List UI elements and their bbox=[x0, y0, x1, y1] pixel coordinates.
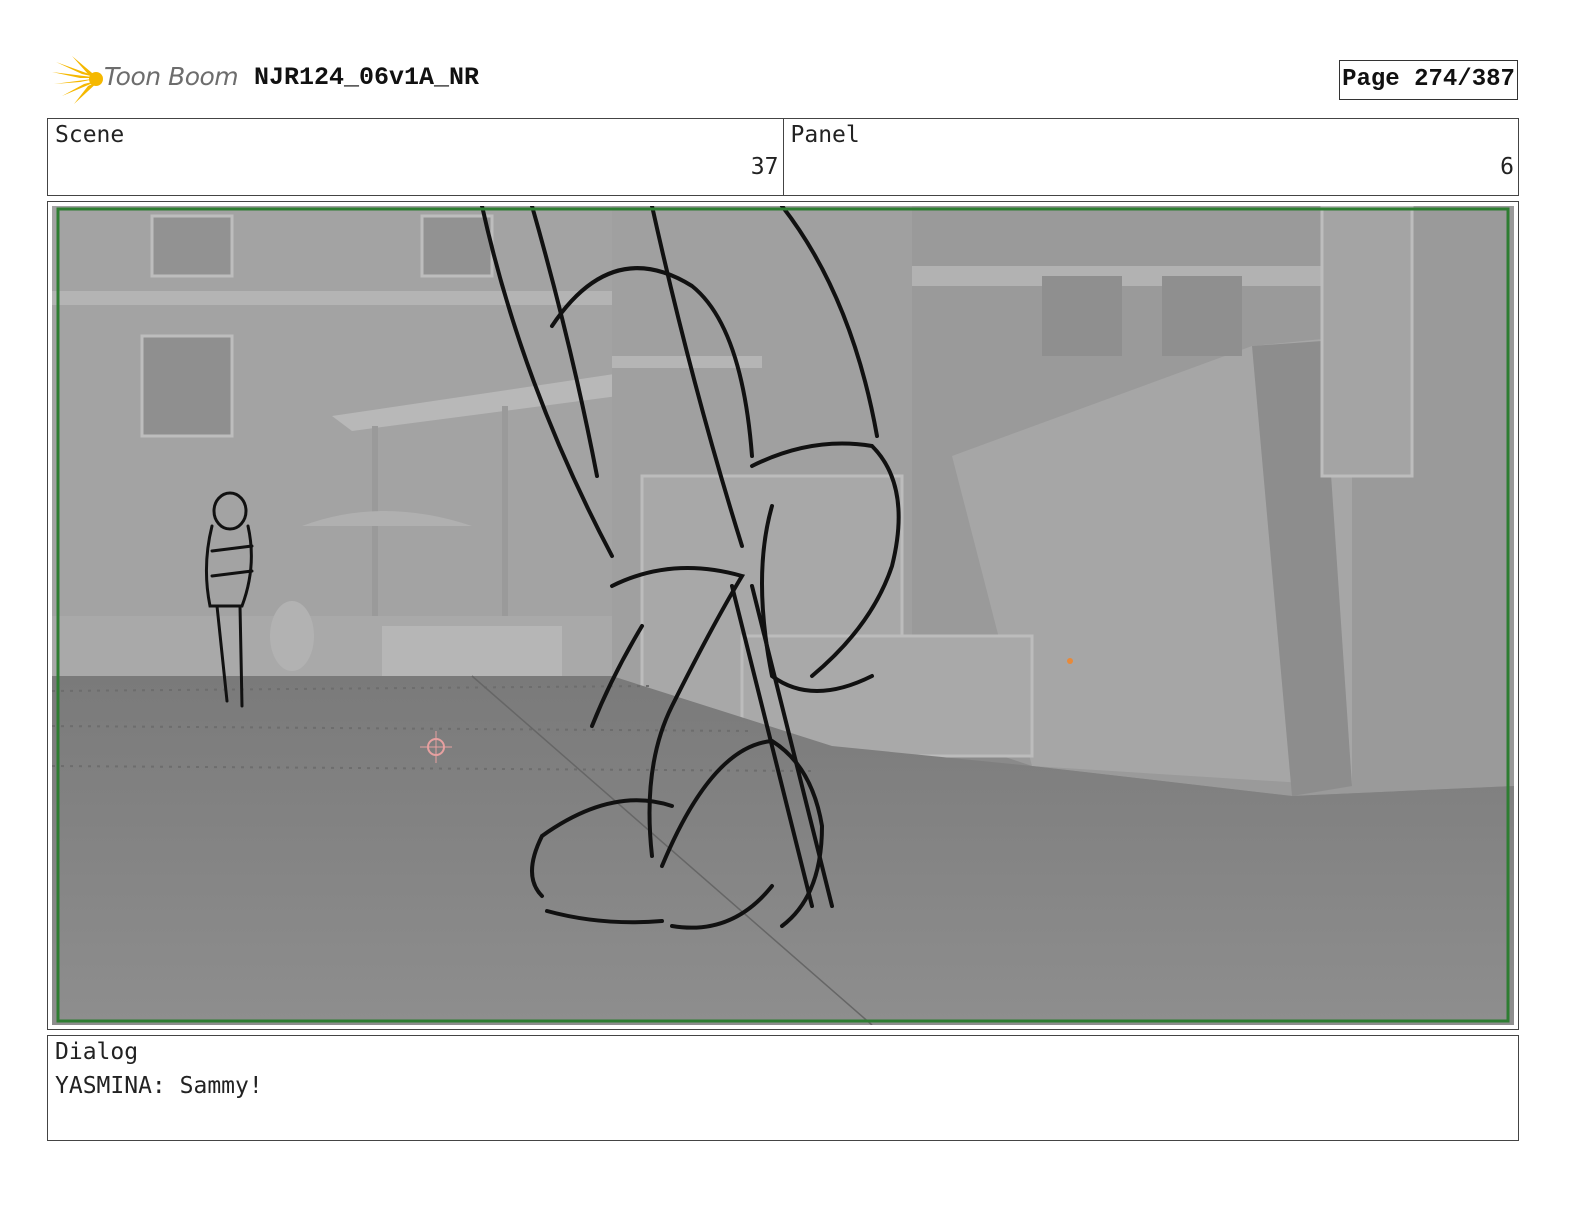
scene-cell: Scene 37 bbox=[48, 119, 783, 195]
dialog-box: Dialog YASMINA: Sammy! bbox=[47, 1035, 1519, 1141]
panel-number: 6 bbox=[1500, 154, 1514, 180]
document-title: NJR124_06v1A_NR bbox=[254, 63, 480, 92]
dialog-label: Dialog bbox=[55, 1039, 139, 1065]
panel-label: Panel bbox=[790, 122, 860, 148]
page-number: Page 274/387 bbox=[1339, 60, 1518, 100]
scene-panel-info-row: Scene 37 Panel 6 bbox=[47, 118, 1519, 196]
logo-wordmark: Toon Boom bbox=[104, 62, 239, 91]
dialog-text: YASMINA: Sammy! bbox=[55, 1073, 263, 1099]
storyboard-panel-image bbox=[52, 206, 1514, 1025]
scene-label: Scene bbox=[55, 122, 125, 148]
panel-cell: Panel 6 bbox=[782, 119, 1519, 195]
scene-number: 37 bbox=[750, 154, 779, 180]
